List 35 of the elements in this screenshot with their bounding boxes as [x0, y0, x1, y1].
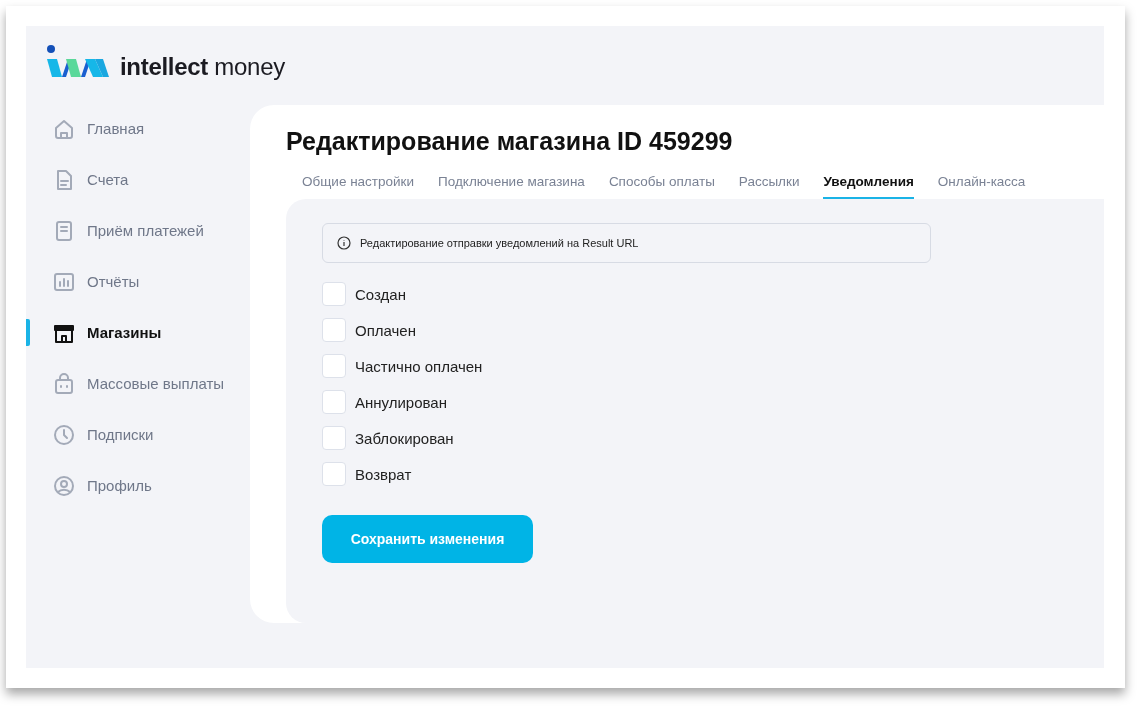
sidebar-item[interactable]: Приём платежей [26, 205, 250, 256]
tab[interactable]: Рассылки [738, 174, 800, 199]
checkbox-label: Возврат [355, 465, 412, 483]
clock-icon [53, 423, 75, 446]
checkbox[interactable] [322, 462, 346, 486]
tab[interactable]: Онлайн-касса [937, 174, 1026, 199]
chart-icon [53, 270, 75, 293]
user-icon [53, 474, 75, 497]
home-icon [53, 117, 75, 140]
checkbox[interactable] [322, 390, 346, 414]
info-text: Редактирование отправки уведомлений на Result URL [360, 237, 639, 249]
checkbox[interactable] [322, 318, 346, 342]
sidebar-item[interactable]: Отчёты [26, 256, 250, 307]
sidebar-item[interactable]: Профиль [26, 460, 250, 511]
tab[interactable]: Подключение магазина [438, 174, 585, 199]
logo-text: intellect money [120, 53, 285, 81]
sidebar-item[interactable]: Магазины [26, 307, 250, 358]
info-icon [337, 236, 351, 250]
checkbox[interactable] [322, 426, 346, 450]
sidebar-item[interactable]: Подписки [26, 409, 250, 460]
checkbox[interactable] [322, 354, 346, 378]
sidebar-item[interactable]: Массовые выплаты [26, 358, 250, 409]
tab[interactable]: Общие настройки [302, 174, 415, 199]
save-button[interactable]: Сохранить изменения [322, 515, 533, 563]
checkbox[interactable] [322, 282, 346, 306]
sidebar-item[interactable]: Главная [26, 103, 250, 154]
page-title: Редактирование магазина ID 459299 [286, 127, 734, 156]
checkbox-label: Оплачен [355, 321, 416, 339]
checkbox-label: Заблокирован [355, 429, 454, 447]
checkbox-label: Аннулирован [355, 393, 447, 411]
checkbox-label: Создан [355, 285, 406, 303]
tab[interactable]: Способы оплаты [608, 174, 715, 199]
checkbox-label: Частично оплачен [355, 357, 483, 375]
sidebar-item[interactable]: Счета [26, 154, 250, 205]
bag-icon [53, 372, 75, 395]
